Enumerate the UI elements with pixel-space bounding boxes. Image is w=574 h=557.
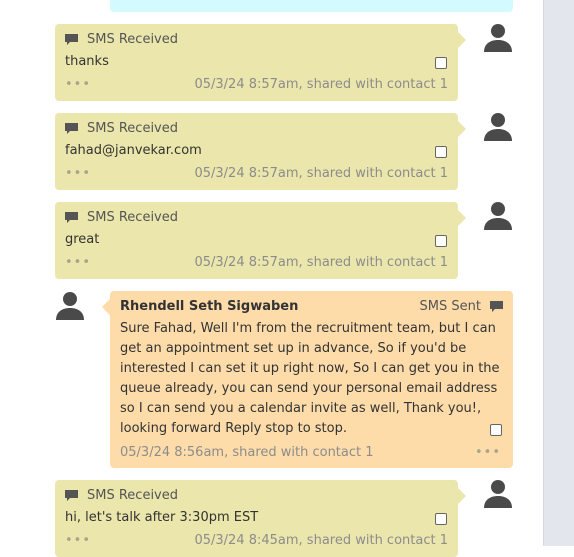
message-body: Sure Fahad, Well I'm from the recruitmen…: [120, 319, 505, 439]
sms-icon: [65, 33, 78, 45]
more-options-button[interactable]: •••: [65, 77, 91, 92]
message-body: great: [65, 232, 100, 247]
message-body: hi, let's talk after 3:30pm EST: [65, 510, 259, 525]
message-type-label: SMS Received: [87, 210, 178, 225]
message-type-label: SMS Received: [87, 32, 178, 47]
message-received: SMS Received fahad@janvekar.com ••• 05/3…: [55, 113, 466, 190]
select-checkbox[interactable]: [435, 146, 447, 158]
contact-avatar-icon: [484, 113, 512, 141]
message-body: fahad@janvekar.com: [65, 143, 202, 158]
sender-name: Rhendell Seth Sigwaben: [120, 299, 299, 314]
more-options-button[interactable]: •••: [475, 445, 501, 460]
sms-icon: [65, 211, 78, 223]
message-header: SMS Received: [65, 32, 178, 47]
message-body-line: get an appointment set up in advance, So…: [120, 341, 467, 356]
right-sidebar: [543, 0, 574, 546]
message-header: SMS Received: [65, 210, 178, 225]
message-received: SMS Received thanks ••• 05/3/24 8:57am, …: [55, 24, 466, 101]
message-body-line: queue already, you can send your persona…: [120, 381, 498, 396]
message-type-label: SMS Received: [87, 488, 178, 503]
more-options-button[interactable]: •••: [65, 255, 91, 270]
message-meta: 05/3/24 8:56am, shared with contact 1: [120, 445, 374, 460]
message-body-line: Sure Fahad, Well I'm from the recruitmen…: [120, 321, 496, 336]
message-body-line: so I can send you a calendar invite as w…: [120, 401, 482, 416]
agent-avatar-icon: [56, 292, 84, 320]
select-checkbox[interactable]: [490, 424, 502, 436]
select-checkbox[interactable]: [435, 513, 447, 525]
message-sent: Rhendell Seth Sigwaben SMS Sent Sure Fah…: [102, 291, 513, 468]
message-received: SMS Received great ••• 05/3/24 8:57am, s…: [55, 202, 466, 279]
select-checkbox[interactable]: [435, 235, 447, 247]
message-meta: 05/3/24 8:57am, shared with contact 1: [194, 77, 448, 92]
message-body-line: interested I can set it up right now, So…: [120, 361, 500, 376]
contact-avatar-icon: [484, 24, 512, 52]
sms-icon: [490, 300, 503, 312]
message-type-label: SMS Sent: [419, 299, 481, 314]
more-options-button[interactable]: •••: [65, 166, 91, 181]
sms-icon: [65, 122, 78, 134]
message-header: SMS Received: [65, 488, 178, 503]
contact-avatar-icon: [484, 480, 512, 508]
message-header: SMS Received: [65, 121, 178, 136]
message-body-line: looking forward Reply stop to stop.: [120, 421, 347, 436]
message-received: SMS Received hi, let's talk after 3:30pm…: [55, 480, 466, 557]
contact-avatar-icon: [484, 202, 512, 230]
message-partial-top: [110, 0, 513, 12]
message-meta: 05/3/24 8:57am, shared with contact 1: [194, 255, 448, 270]
message-body: thanks: [65, 54, 109, 69]
message-type-label: SMS Received: [87, 121, 178, 136]
select-checkbox[interactable]: [435, 57, 447, 69]
sms-icon: [65, 489, 78, 501]
message-meta: 05/3/24 8:57am, shared with contact 1: [194, 166, 448, 181]
message-header: SMS Sent: [420, 299, 503, 314]
